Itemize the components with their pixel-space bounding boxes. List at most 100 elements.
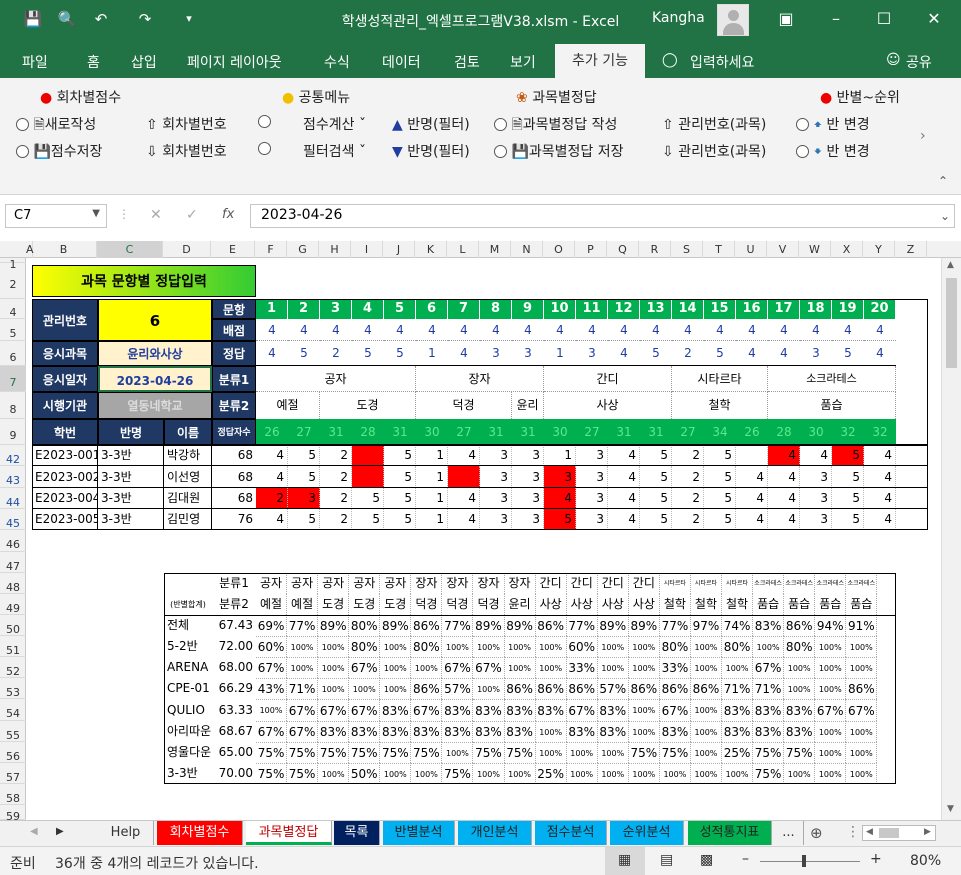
summary-value[interactable]: 75% [287, 763, 319, 784]
summary-cat1[interactable]: 소크라테스 [753, 573, 785, 594]
summary-value[interactable]: 100% [380, 678, 412, 699]
summary-value[interactable]: 100% [690, 742, 722, 763]
summary-row-avg[interactable]: 68.67 [212, 721, 256, 742]
summary-value[interactable]: 100% [349, 678, 381, 699]
student-answer[interactable]: 2 [672, 466, 704, 488]
correct-count[interactable]: 32 [864, 419, 896, 445]
summary-value[interactable]: 100% [659, 763, 691, 784]
summary-value[interactable]: 100% [722, 763, 754, 784]
correct-count[interactable]: 31 [384, 419, 416, 445]
row-header-2[interactable]: 2 [0, 263, 26, 299]
summary-value[interactable]: 67% [473, 657, 505, 678]
category2[interactable]: 사상 [544, 392, 672, 419]
correct-count[interactable]: 31 [608, 419, 640, 445]
summary-value[interactable]: 80% [349, 615, 381, 636]
summary-row-name[interactable]: 5-2반 [164, 636, 212, 657]
summary-value[interactable]: 89% [318, 615, 350, 636]
summary-value[interactable]: 86% [784, 615, 816, 636]
student-answer[interactable]: 2 [320, 445, 352, 466]
radio-2[interactable] [258, 141, 271, 157]
question-answer[interactable]: 2 [320, 341, 352, 366]
student-answer[interactable] [448, 466, 480, 488]
student-answer[interactable]: 4 [448, 488, 480, 509]
correct-count[interactable]: 31 [512, 419, 544, 445]
summary-value[interactable]: 83% [442, 699, 474, 721]
header-correct-count[interactable]: 정답자수 [212, 419, 256, 445]
student-answer[interactable]: 4 [736, 466, 768, 488]
column-header-S[interactable]: S [671, 241, 703, 258]
summary-cat2[interactable]: 예절 [256, 594, 288, 615]
filter-search-dropdown[interactable]: 필터검색 ˇ [303, 141, 366, 161]
student-answer[interactable]: 5 [288, 466, 320, 488]
summary-cat1[interactable]: 소크라테스 [815, 573, 847, 594]
summary-value[interactable]: 75% [628, 742, 660, 763]
summary-value[interactable]: 94% [815, 615, 847, 636]
summary-row-avg[interactable]: 67.43 [212, 615, 256, 636]
student-answer[interactable]: 5 [832, 509, 864, 530]
summary-value[interactable]: 83% [659, 721, 691, 742]
student-answer[interactable]: 4 [608, 466, 640, 488]
round-number-down-button[interactable]: ⇩ 회차별번호 [146, 141, 227, 161]
summary-cat2[interactable]: 사상 [598, 594, 629, 615]
summary-value[interactable]: 67% [442, 657, 474, 678]
column-header-B[interactable]: B [31, 241, 97, 258]
sheet-tab[interactable]: 성적통지표 [688, 821, 772, 845]
question-number[interactable]: 11 [576, 299, 608, 319]
summary-value[interactable]: 71% [722, 678, 754, 699]
page-break-view-icon[interactable]: ▩ [700, 852, 713, 868]
summary-cat1[interactable]: 시타르타 [660, 573, 691, 594]
question-answer[interactable]: 5 [704, 341, 736, 366]
sheet-tab[interactable]: 개인분석 [458, 821, 532, 845]
student-answer[interactable]: 5 [640, 488, 672, 509]
question-number[interactable]: 16 [736, 299, 768, 319]
summary-value[interactable]: 74% [722, 615, 754, 636]
summary-value[interactable]: 75% [256, 763, 288, 784]
summary-value[interactable]: 83% [380, 721, 412, 742]
summary-cat1[interactable]: 소크라테스 [846, 573, 878, 594]
summary-value[interactable]: 100% [815, 657, 847, 678]
student-answer[interactable]: 5 [704, 466, 736, 488]
question-answer[interactable]: 4 [256, 341, 288, 366]
tab-page-layout[interactable]: 페이지 레이아웃 [187, 52, 282, 72]
student-answer[interactable]: 2 [672, 488, 704, 509]
student-answer[interactable]: 4 [256, 509, 288, 530]
summary-value[interactable]: 77% [659, 615, 691, 636]
summary-value[interactable]: 100% [846, 721, 878, 742]
summary-cat1[interactable]: 장자 [505, 573, 536, 594]
student-answer[interactable]: 3 [576, 509, 608, 530]
summary-value[interactable]: 83% [473, 699, 505, 721]
header-sid[interactable]: 학번 [32, 419, 98, 445]
summary-value[interactable]: 60% [256, 636, 288, 657]
category2[interactable]: 도경 [320, 392, 416, 419]
student-answer[interactable]: 5 [704, 509, 736, 530]
summary-row-name[interactable]: 전체 [164, 615, 212, 636]
label-ans[interactable]: 정답 [212, 341, 256, 366]
summary-value[interactable]: 100% [690, 699, 722, 721]
summary-value[interactable]: 83% [784, 699, 816, 721]
sheet-title[interactable]: 과목 문항별 정답입력 [32, 265, 256, 297]
summary-row-avg[interactable]: 68.00 [212, 657, 256, 678]
collapse-ribbon-icon[interactable]: ⌃ [938, 174, 948, 188]
summary-value[interactable]: 100% [753, 636, 785, 657]
summary-value[interactable]: 100% [318, 678, 350, 699]
summary-value[interactable]: 67% [753, 657, 785, 678]
tab-view[interactable]: 보기 [510, 52, 536, 72]
column-header-N[interactable]: N [511, 241, 543, 258]
value-date[interactable]: 2023-04-26 [98, 366, 212, 392]
label-org[interactable]: 시행기관 [32, 392, 98, 419]
question-points[interactable]: 4 [320, 319, 352, 341]
zoom-in-icon[interactable]: + [870, 851, 882, 867]
student-answer[interactable]: 5 [704, 488, 736, 509]
question-points[interactable]: 4 [576, 319, 608, 341]
zoom-level[interactable]: 80% [910, 853, 941, 869]
question-number[interactable]: 7 [448, 299, 480, 319]
student-answer[interactable] [352, 445, 384, 466]
correct-count[interactable]: 30 [416, 419, 448, 445]
sheet-tab[interactable]: ... [774, 821, 804, 845]
label-c2[interactable]: 분류2 [212, 392, 256, 419]
chevron-right-icon[interactable]: › [920, 128, 926, 144]
question-answer[interactable]: 4 [864, 341, 896, 366]
student-answer[interactable]: 3 [512, 488, 544, 509]
column-header-I[interactable]: I [351, 241, 383, 258]
summary-value[interactable]: 75% [318, 742, 350, 763]
